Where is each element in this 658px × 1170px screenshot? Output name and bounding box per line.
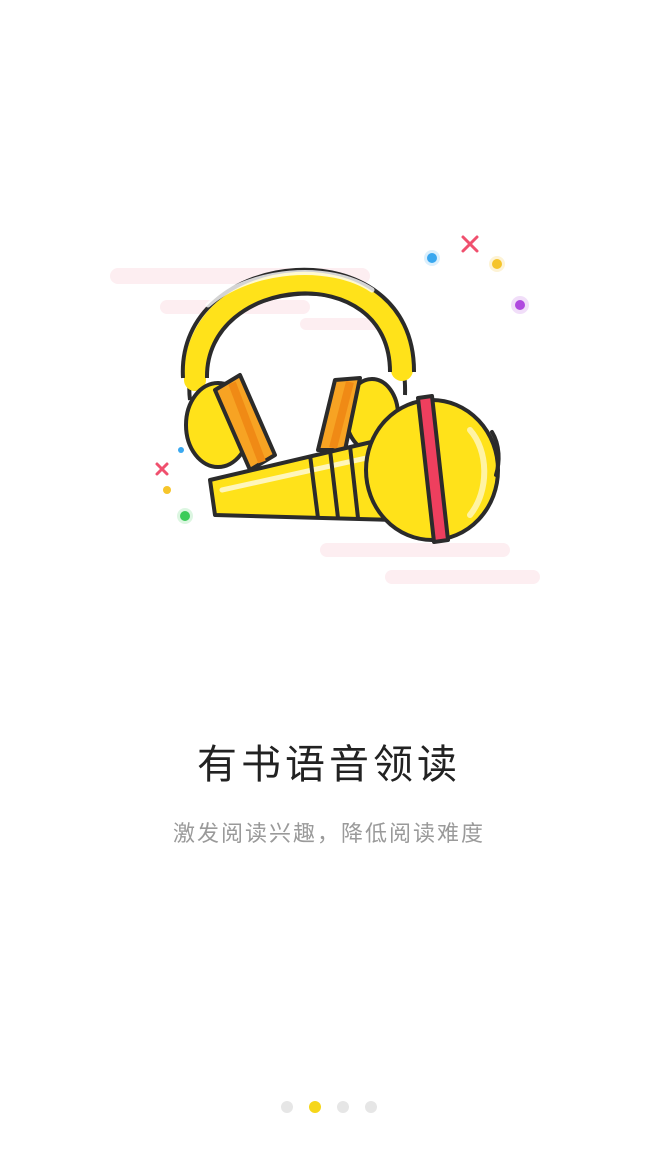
page-dot-3[interactable] bbox=[337, 1101, 349, 1113]
page-dot-2-active[interactable] bbox=[309, 1101, 321, 1113]
page-title: 有书语音领读 bbox=[197, 742, 461, 788]
headphones-microphone-illustration bbox=[110, 235, 540, 584]
page-indicator bbox=[0, 1101, 658, 1113]
onboarding-screen: 有书语音领读 激发阅读兴趣，降低阅读难度 bbox=[0, 0, 658, 1170]
page-dot-4[interactable] bbox=[365, 1101, 377, 1113]
page-subtitle: 激发阅读兴趣，降低阅读难度 bbox=[172, 822, 485, 847]
page-dot-1[interactable] bbox=[281, 1101, 293, 1113]
